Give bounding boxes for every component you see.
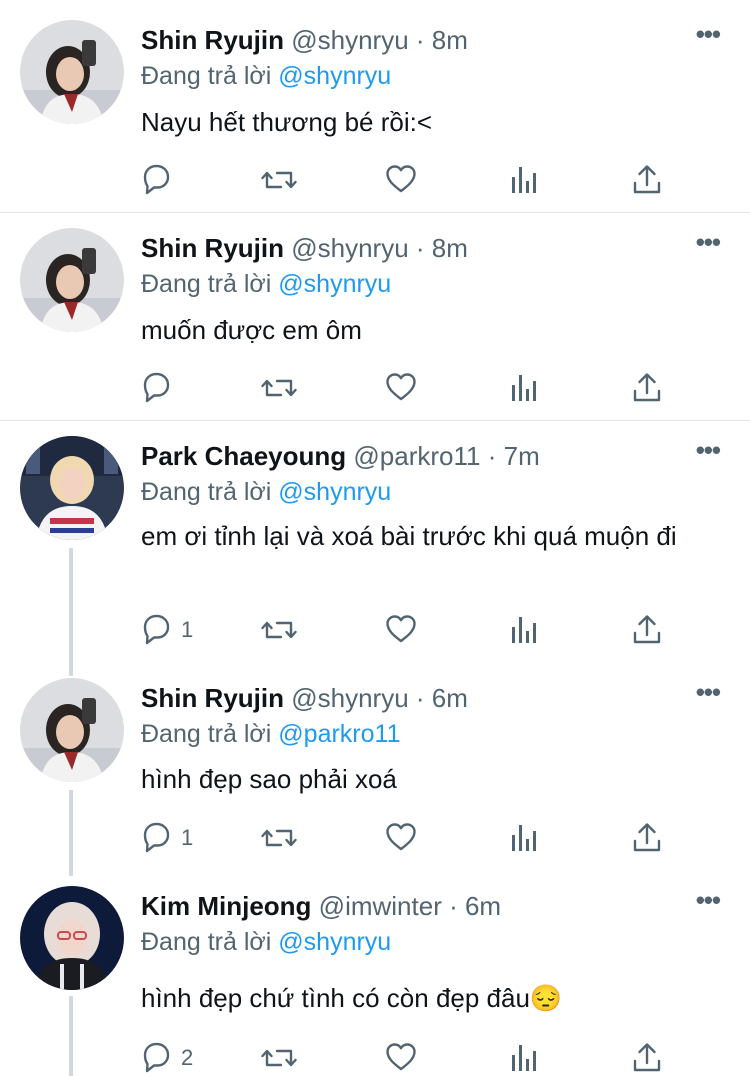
timestamp[interactable]: · 6m — [449, 891, 501, 921]
author-handle[interactable]: @shynryu — [291, 25, 408, 55]
share-icon — [633, 373, 661, 402]
reply-icon — [143, 1042, 170, 1073]
analytics-icon — [512, 1045, 536, 1071]
analytics-button[interactable] — [509, 821, 539, 855]
share-button[interactable] — [631, 1041, 663, 1075]
retweet-button[interactable] — [261, 163, 297, 197]
retweet-button[interactable] — [261, 371, 297, 405]
author-handle[interactable]: @shynryu — [291, 683, 408, 713]
reply-icon — [143, 372, 170, 403]
tweet-text: Nayu hết thương bé rồi:< — [141, 107, 433, 137]
author-name[interactable]: Shin Ryujin — [141, 683, 284, 713]
analytics-icon — [512, 167, 536, 193]
like-button[interactable] — [385, 163, 417, 197]
like-button[interactable] — [385, 821, 417, 855]
share-button[interactable] — [631, 613, 663, 647]
author-name[interactable]: Shin Ryujin — [141, 233, 284, 263]
reply-mention[interactable]: @shynryu — [278, 62, 391, 90]
author-name[interactable]: Shin Ryujin — [141, 25, 284, 55]
like-icon — [386, 1043, 416, 1071]
author-handle[interactable]: @parkro11 — [353, 441, 480, 471]
avatar[interactable] — [20, 228, 124, 332]
analytics-button[interactable] — [509, 371, 539, 405]
timestamp[interactable]: · 6m — [416, 683, 468, 713]
tweet[interactable]: Park Chaeyoung @parkro11 · 7m ••• Đang t… — [0, 416, 750, 660]
like-icon — [386, 823, 416, 851]
author-name[interactable]: Kim Minjeong — [141, 891, 311, 921]
reply-prefix: Đang trả lời — [141, 270, 272, 298]
reply-prefix: Đang trả lời — [141, 928, 272, 956]
share-icon — [633, 165, 661, 194]
reply-button[interactable] — [141, 163, 181, 197]
reply-button[interactable] — [141, 371, 181, 405]
reply-mention[interactable]: @shynryu — [278, 478, 391, 506]
avatar[interactable] — [20, 678, 124, 782]
tweet-text: muốn được em ôm — [141, 315, 362, 345]
retweet-icon — [261, 829, 297, 847]
retweet-icon — [261, 379, 297, 397]
share-icon — [633, 1043, 661, 1072]
like-button[interactable] — [385, 1041, 417, 1075]
like-button[interactable] — [385, 371, 417, 405]
retweet-button[interactable] — [261, 613, 297, 647]
analytics-button[interactable] — [509, 163, 539, 197]
more-icon[interactable]: ••• — [696, 887, 721, 913]
reply-count: 1 — [181, 617, 194, 642]
reply-button[interactable]: 1 — [141, 821, 193, 855]
author-handle[interactable]: @shynryu — [291, 233, 408, 263]
like-icon — [386, 165, 416, 193]
reply-count: 1 — [181, 825, 194, 850]
reply-mention[interactable]: @shynryu — [278, 270, 391, 298]
reply-button[interactable]: 2 — [141, 1041, 193, 1075]
retweet-icon — [261, 621, 297, 639]
share-button[interactable] — [631, 371, 663, 405]
reply-icon — [143, 614, 170, 645]
more-icon[interactable]: ••• — [696, 229, 721, 255]
more-icon[interactable]: ••• — [696, 679, 721, 705]
reply-prefix: Đang trả lời — [141, 720, 272, 748]
reply-prefix: Đang trả lời — [141, 478, 272, 506]
timestamp[interactable]: · 7m — [488, 441, 540, 471]
like-icon — [386, 373, 416, 401]
retweet-button[interactable] — [261, 821, 297, 855]
timestamp[interactable]: · 8m — [416, 25, 468, 55]
tweet-text: hình đẹp sao phải xoá — [141, 764, 397, 794]
reply-icon — [143, 164, 170, 195]
tweet-text: hình đẹp chứ tình có còn đẹp đâu😔 — [141, 983, 563, 1013]
retweet-icon — [261, 1049, 297, 1067]
analytics-button[interactable] — [509, 1041, 539, 1075]
share-icon — [633, 823, 661, 852]
more-icon[interactable]: ••• — [696, 437, 721, 463]
avatar[interactable] — [20, 20, 124, 124]
analytics-icon — [512, 375, 536, 401]
timestamp[interactable]: · 8m — [416, 233, 468, 263]
analytics-icon — [512, 617, 536, 643]
reply-icon — [143, 822, 170, 853]
reply-mention[interactable]: @parkro11 — [278, 720, 400, 748]
share-button[interactable] — [631, 821, 663, 855]
author-handle[interactable]: @imwinter — [319, 891, 442, 921]
retweet-icon — [261, 171, 297, 189]
like-button[interactable] — [385, 613, 417, 647]
avatar[interactable] — [20, 886, 124, 990]
tweet[interactable]: Shin Ryujin @shynryu · 8m ••• Đang trả l… — [0, 0, 750, 212]
like-icon — [386, 615, 416, 643]
tweet[interactable]: Shin Ryujin @shynryu · 6m ••• Đang trả l… — [0, 658, 750, 870]
analytics-button[interactable] — [509, 613, 539, 647]
retweet-button[interactable] — [261, 1041, 297, 1075]
more-icon[interactable]: ••• — [696, 21, 721, 47]
analytics-icon — [512, 825, 536, 851]
author-name[interactable]: Park Chaeyoung — [141, 441, 346, 471]
tweet[interactable]: Shin Ryujin @shynryu · 8m ••• Đang trả l… — [0, 208, 750, 420]
share-icon — [633, 615, 661, 644]
share-button[interactable] — [631, 163, 663, 197]
avatar[interactable] — [20, 436, 124, 540]
reply-button[interactable]: 1 — [141, 613, 193, 647]
tweet[interactable]: Kim Minjeong @imwinter · 6m ••• Đang trả… — [0, 866, 750, 1076]
reply-count: 2 — [181, 1045, 194, 1070]
tweet-text: em ơi tỉnh lại và xoá bài trước khi quá … — [141, 521, 677, 551]
reply-mention[interactable]: @shynryu — [278, 928, 391, 956]
reply-prefix: Đang trả lời — [141, 62, 272, 90]
